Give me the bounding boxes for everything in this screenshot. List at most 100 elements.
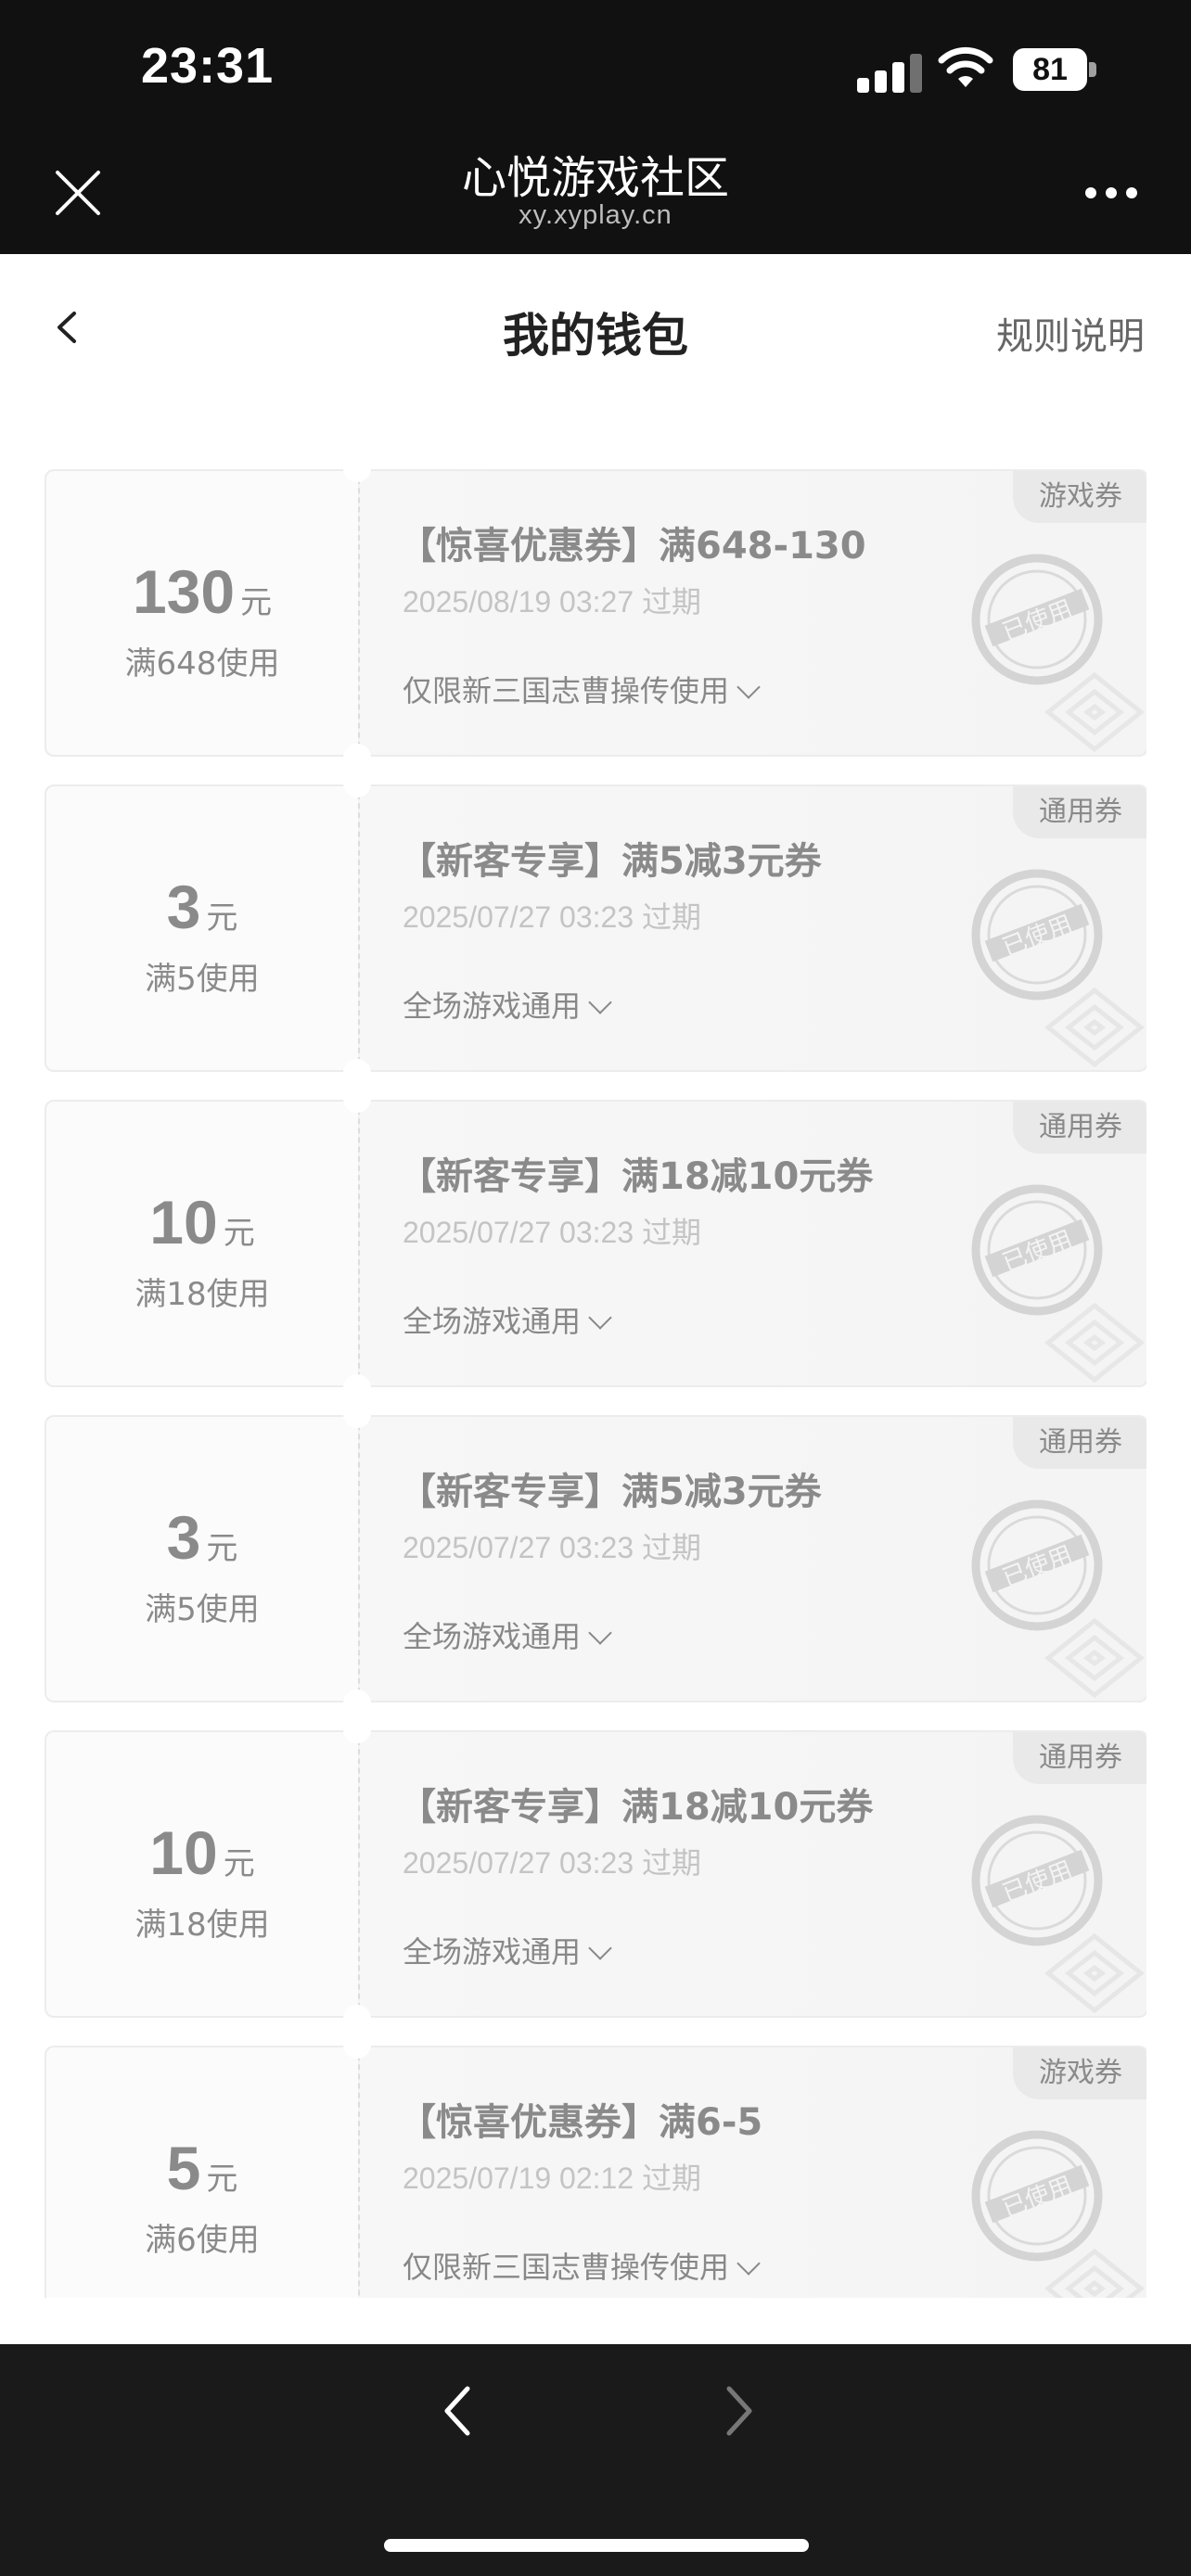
cellular-signal-icon <box>857 50 922 93</box>
coupon-condition: 满648使用 <box>124 645 280 682</box>
coupon-title: 【新客专享】满18减10元券 <box>399 1786 874 1829</box>
chevron-down-icon <box>736 2251 761 2276</box>
coupon-title: 【新客专享】满5减3元券 <box>399 840 822 883</box>
coupon-amount: 5 <box>166 2134 201 2202</box>
more-icon[interactable] <box>1085 182 1141 200</box>
stamp-label: 已使用 <box>999 1541 1077 1593</box>
coupon-unit: 元 <box>206 1530 238 1567</box>
stamp-label: 已使用 <box>999 911 1077 963</box>
coupon-scope-toggle[interactable]: 仅限新三国志曹操传使用 <box>403 2244 761 2287</box>
chevron-down-icon <box>588 1936 612 1960</box>
coupon-value-panel: 10 元 满18使用 <box>45 1730 358 2018</box>
coupon-type-badge: 通用券 <box>1013 1417 1146 1469</box>
coupon-scope: 全场游戏通用 <box>403 1619 582 1654</box>
nav-forward-icon[interactable] <box>714 2383 761 2439</box>
coupon-card[interactable]: 10 元 满18使用 【新客专享】满18减10元券 2025/07/27 03:2… <box>45 1715 1146 2033</box>
coupon-scope-toggle[interactable]: 全场游戏通用 <box>403 1298 612 1341</box>
coupon-expiry: 2025/07/27 03:23 过期 <box>403 1846 702 1880</box>
coupon-scope-toggle[interactable]: 全场游戏通用 <box>403 1613 612 1656</box>
pattern-decoration-icon <box>1044 1932 1146 2014</box>
coupon-expiry: 2025/07/19 02:12 过期 <box>403 2162 702 2195</box>
pattern-decoration-icon <box>1044 1302 1146 1384</box>
coupon-expiry: 2025/08/19 03:27 过期 <box>403 585 702 618</box>
coupon-unit: 元 <box>223 1845 255 1882</box>
coupon-list[interactable]: 130 元 满648使用 【惊喜优惠券】满648-130 2025/08/19 0… <box>45 469 1146 2298</box>
coupon-notch <box>343 770 371 797</box>
coupon-amount: 3 <box>166 873 201 941</box>
coupon-unit: 元 <box>223 1215 255 1252</box>
coupon-scope: 全场游戏通用 <box>403 1934 582 1970</box>
stamp-label: 已使用 <box>999 1856 1077 1908</box>
chevron-down-icon <box>588 1621 612 1645</box>
coupon-type-badge: 通用券 <box>1013 1732 1146 1784</box>
stamp-label: 已使用 <box>999 1226 1077 1278</box>
coupon-notch <box>343 1715 371 1743</box>
coupon-scope: 全场游戏通用 <box>403 1304 582 1339</box>
coupon-notch <box>343 2005 371 2033</box>
pattern-decoration-icon <box>1044 987 1146 1068</box>
pattern-decoration-icon <box>1044 2248 1146 2298</box>
coupon-unit: 元 <box>206 2161 238 2198</box>
coupon-amount: 10 <box>149 1188 218 1256</box>
coupon-card[interactable]: 10 元 满18使用 【新客专享】满18减10元券 2025/07/27 03:2… <box>45 1085 1146 1402</box>
coupon-condition: 满5使用 <box>145 1591 260 1628</box>
coupon-condition: 满6使用 <box>145 2222 260 2259</box>
coupon-value-panel: 10 元 满18使用 <box>45 1100 358 1387</box>
status-bar: 23:31 81 <box>0 0 1191 139</box>
coupon-card[interactable]: 3元 满5使用 【新客专享】满5减3元券 2025/07/27 03:23 过期… <box>45 1400 1146 1717</box>
coupon-unit: 元 <box>240 584 273 621</box>
coupon-expiry: 2025/07/27 03:23 过期 <box>403 900 702 934</box>
coupon-amount: 3 <box>166 1503 201 1572</box>
coupon-notch <box>343 1400 371 1428</box>
coupon-detail-panel: 【惊喜优惠券】满648-130 2025/08/19 03:27 过期 仅限新三… <box>358 469 1146 757</box>
rules-link[interactable]: 规则说明 <box>996 306 1145 360</box>
coupon-amount: 130 <box>132 557 236 626</box>
coupon-card[interactable]: 130 元 满648使用 【惊喜优惠券】满648-130 2025/08/19 0… <box>45 469 1146 772</box>
coupon-title: 【新客专享】满18减10元券 <box>399 1155 874 1198</box>
coupon-value-panel: 3元 满5使用 <box>45 784 358 1072</box>
coupon-type-badge: 通用券 <box>1013 786 1146 838</box>
coupon-scope: 仅限新三国志曹操传使用 <box>403 673 730 708</box>
coupon-title: 【惊喜优惠券】满648-130 <box>399 525 866 567</box>
battery-level: 81 <box>1032 52 1068 87</box>
coupon-detail-panel: 【惊喜优惠券】满6-5 2025/07/19 02:12 过期 仅限新三国志曹操… <box>358 2046 1146 2298</box>
coupon-expiry: 2025/07/27 03:23 过期 <box>403 1216 702 1249</box>
coupon-notch <box>343 1374 371 1402</box>
nav-back-icon[interactable] <box>436 2383 482 2439</box>
coupon-detail-panel: 【新客专享】满18减10元券 2025/07/27 03:23 过期 全场游戏通… <box>358 1100 1146 1387</box>
coupon-value-panel: 3元 满5使用 <box>45 1415 358 1702</box>
chevron-down-icon <box>588 990 612 1014</box>
coupon-card[interactable]: 3元 满5使用 【新客专享】满5减3元券 2025/07/27 03:23 过期… <box>45 770 1146 1087</box>
coupon-value-panel: 5元 满6使用 <box>45 2046 358 2298</box>
coupon-unit: 元 <box>206 899 238 937</box>
stamp-label: 已使用 <box>999 2172 1077 2224</box>
battery-icon: 81 <box>1013 48 1096 91</box>
coupon-scope-toggle[interactable]: 仅限新三国志曹操传使用 <box>403 668 761 710</box>
coupon-detail-panel: 【新客专享】满5减3元券 2025/07/27 03:23 过期 全场游戏通用 … <box>358 1415 1146 1702</box>
coupon-amount: 10 <box>149 1818 218 1887</box>
coupon-scope-toggle[interactable]: 全场游戏通用 <box>403 983 612 1026</box>
status-time: 23:31 <box>141 38 275 94</box>
coupon-expiry: 2025/07/27 03:23 过期 <box>403 1531 702 1564</box>
wifi-icon <box>938 46 993 87</box>
stamp-label: 已使用 <box>999 595 1077 647</box>
coupon-type-badge: 通用券 <box>1013 1102 1146 1154</box>
coupon-scope-toggle[interactable]: 全场游戏通用 <box>403 1929 612 1971</box>
coupon-notch <box>343 744 371 772</box>
coupon-card[interactable]: 5元 满6使用 【惊喜优惠券】满6-5 2025/07/19 02:12 过期 … <box>45 2031 1146 2298</box>
coupon-condition: 满18使用 <box>134 1276 270 1313</box>
browser-title: 心悦游戏社区 <box>461 152 729 204</box>
pattern-decoration-icon <box>1044 1617 1146 1699</box>
home-indicator[interactable] <box>384 2539 809 2552</box>
coupon-title: 【新客专享】满5减3元券 <box>399 1471 822 1513</box>
pattern-decoration-icon <box>1044 671 1146 753</box>
coupon-notch <box>343 1690 371 1717</box>
coupon-title: 【惊喜优惠券】满6-5 <box>399 2101 763 2144</box>
coupon-detail-panel: 【新客专享】满5减3元券 2025/07/27 03:23 过期 全场游戏通用 … <box>358 784 1146 1072</box>
coupon-notch <box>343 1085 371 1113</box>
chevron-down-icon <box>588 1306 612 1330</box>
browser-url: xy.xyplay.cn <box>519 200 672 230</box>
coupon-condition: 满5使用 <box>145 961 260 998</box>
coupon-detail-panel: 【新客专享】满18减10元券 2025/07/27 03:23 过期 全场游戏通… <box>358 1730 1146 2018</box>
chevron-down-icon <box>736 675 761 699</box>
